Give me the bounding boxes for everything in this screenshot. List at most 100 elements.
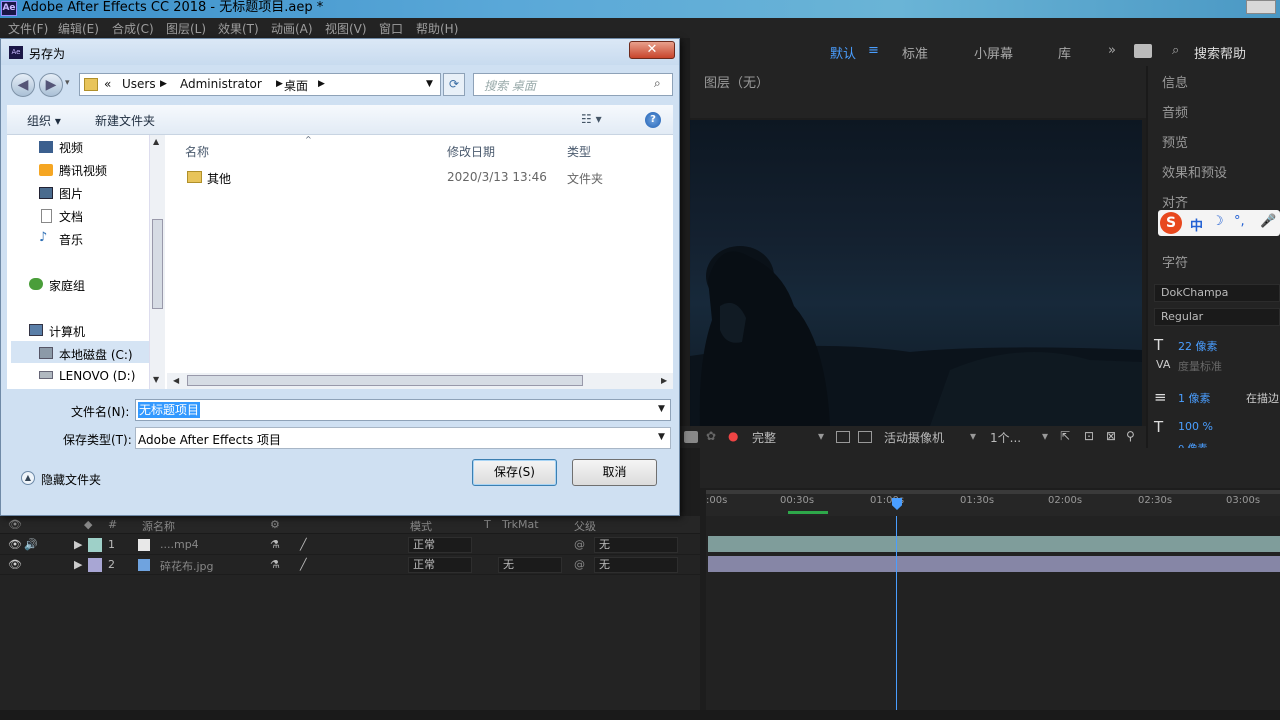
panel-info[interactable]: 信息 bbox=[1162, 72, 1188, 91]
menu-lines-icon[interactable]: ≡ bbox=[868, 43, 879, 58]
reset-exposure-icon[interactable]: ⊡ bbox=[1084, 429, 1094, 443]
label-color[interactable] bbox=[88, 558, 102, 572]
nav-item-homegroup[interactable]: 家庭组 bbox=[49, 277, 85, 294]
address-bar[interactable]: « Users ▶ Administrator ▶ 桌面 ▶ ▼ bbox=[79, 73, 441, 96]
layer-name[interactable]: 碎花布.jpg bbox=[160, 558, 214, 574]
expand-arrow-icon[interactable]: ▶ bbox=[74, 558, 82, 571]
label-color[interactable] bbox=[88, 538, 102, 552]
region-of-interest-icon[interactable] bbox=[836, 431, 850, 443]
show-snapshot-icon[interactable]: ✿ bbox=[706, 429, 716, 443]
menu-layer[interactable]: 图层(L) bbox=[166, 20, 206, 37]
parent-header[interactable]: 父级 bbox=[574, 518, 596, 534]
punctuation-icon[interactable]: °, bbox=[1234, 214, 1245, 229]
workspace-more-button[interactable]: » bbox=[1108, 43, 1116, 58]
scroll-up-icon[interactable]: ▲ bbox=[153, 137, 159, 146]
panel-align[interactable]: 对齐 bbox=[1162, 192, 1188, 211]
layer-mode-select[interactable]: 正常 bbox=[408, 557, 472, 573]
nav-item-tencent-video[interactable]: 腾讯视频 bbox=[59, 162, 107, 179]
work-area-bar[interactable] bbox=[706, 490, 1280, 494]
pickwhip-icon[interactable]: @ bbox=[574, 558, 585, 571]
scroll-thumb[interactable] bbox=[152, 219, 163, 309]
breadcrumb-desktop[interactable]: 桌面 bbox=[284, 77, 308, 94]
breadcrumb-arrow-icon[interactable]: ▶ bbox=[318, 79, 325, 89]
trkmat-header[interactable]: TrkMat bbox=[502, 518, 539, 531]
timeline-tracks[interactable] bbox=[706, 516, 1280, 712]
font-size-value[interactable]: 22 像素 bbox=[1178, 338, 1218, 354]
camera-select[interactable]: 活动摄像机 bbox=[884, 429, 944, 446]
stroke-mode-select[interactable]: 在描边 bbox=[1246, 390, 1279, 406]
channel-icon[interactable]: ● bbox=[728, 429, 738, 443]
stroke-width-value[interactable]: 1 像素 bbox=[1178, 390, 1211, 406]
moon-icon[interactable]: ☽ bbox=[1212, 214, 1224, 229]
column-name-header[interactable]: 名称 bbox=[185, 143, 209, 160]
workspace-tab-library[interactable]: 库 bbox=[1058, 43, 1071, 62]
timeline-ruler[interactable]: :00s 00:30s 01:00s 01:30s 02:00s 02:30s … bbox=[706, 490, 1280, 516]
resolution-select[interactable]: 完整 bbox=[752, 429, 776, 446]
views-select[interactable]: 1个... bbox=[990, 429, 1021, 446]
vertical-scale-value[interactable]: 100 % bbox=[1178, 420, 1213, 433]
menu-animation[interactable]: 动画(A) bbox=[271, 20, 313, 37]
sogou-ime-bar[interactable]: S 中 ☽ °, 🎤 bbox=[1158, 210, 1280, 236]
menu-window[interactable]: 窗口 bbox=[379, 20, 403, 37]
pickwhip-icon[interactable]: @ bbox=[574, 538, 585, 551]
refresh-icon[interactable]: ⟳ bbox=[443, 73, 465, 96]
quality-switch-icon[interactable]: ╱ bbox=[300, 558, 307, 571]
composition-viewer[interactable] bbox=[690, 120, 1142, 426]
toggle-pixel-icon[interactable]: ⇱ bbox=[1060, 429, 1070, 443]
save-button[interactable]: 保存(S) bbox=[472, 459, 557, 486]
sync-settings-icon[interactable] bbox=[1134, 44, 1152, 58]
mode-header[interactable]: 模式 bbox=[410, 518, 432, 534]
views-dropdown-icon[interactable]: ▾ bbox=[1042, 429, 1048, 443]
source-name-header[interactable]: 源名称 bbox=[142, 518, 175, 534]
panel-effects-presets[interactable]: 效果和预设 bbox=[1162, 162, 1227, 181]
nav-item-music[interactable]: 音乐 bbox=[59, 231, 83, 248]
menu-view[interactable]: 视图(V) bbox=[325, 20, 367, 37]
search-help-input[interactable]: 搜索帮助 bbox=[1194, 43, 1246, 62]
address-overflow[interactable]: « bbox=[104, 77, 111, 91]
menu-help[interactable]: 帮助(H) bbox=[416, 20, 458, 37]
layer-mode-select[interactable]: 正常 bbox=[408, 537, 472, 553]
filename-input[interactable]: 无标题项目 ▼ bbox=[135, 399, 671, 421]
nav-item-video[interactable]: 视频 bbox=[59, 139, 83, 156]
microphone-icon[interactable]: 🎤 bbox=[1260, 214, 1276, 229]
eye-icon[interactable]: 👁 bbox=[8, 558, 22, 571]
view-options-icon[interactable]: ☷ ▾ bbox=[581, 112, 602, 126]
tracking-select[interactable]: 度量标准 bbox=[1178, 358, 1222, 374]
breadcrumb-users[interactable]: Users bbox=[122, 77, 156, 91]
scroll-down-icon[interactable]: ▼ bbox=[153, 375, 159, 384]
quality-switch-icon[interactable]: ╱ bbox=[300, 538, 307, 551]
workspace-tab-standard[interactable]: 标准 bbox=[902, 43, 928, 62]
close-button[interactable]: ✕ bbox=[629, 41, 675, 59]
breadcrumb-administrator[interactable]: Administrator bbox=[180, 77, 262, 91]
hide-folders-button[interactable]: 隐藏文件夹 bbox=[41, 471, 101, 488]
fit-icon[interactable]: ⊠ bbox=[1106, 429, 1116, 443]
panel-character[interactable]: 字符 bbox=[1162, 252, 1188, 271]
audio-icon[interactable]: 🔊 bbox=[24, 538, 38, 551]
workspace-tab-small-screen[interactable]: 小屏幕 bbox=[974, 43, 1013, 62]
snapshot-icon[interactable] bbox=[684, 431, 698, 443]
nav-item-pictures[interactable]: 图片 bbox=[59, 185, 83, 202]
forward-button[interactable]: ▶ bbox=[39, 73, 63, 97]
collapse-icon[interactable]: ▲ bbox=[21, 471, 35, 485]
filetype-dropdown-icon[interactable]: ▼ bbox=[658, 432, 665, 442]
ime-mode-toggle[interactable]: 中 bbox=[1190, 215, 1203, 234]
scroll-right-icon[interactable]: ▶ bbox=[661, 376, 667, 385]
new-folder-button[interactable]: 新建文件夹 bbox=[95, 112, 155, 129]
menu-file[interactable]: 文件(F) bbox=[8, 20, 48, 37]
resolution-dropdown-icon[interactable]: ▾ bbox=[818, 429, 824, 443]
transparency-grid-icon[interactable] bbox=[858, 431, 872, 443]
font-family-select[interactable]: DokChampa bbox=[1154, 284, 1280, 302]
layer-2-bar[interactable] bbox=[708, 556, 1280, 572]
expand-arrow-icon[interactable]: ▶ bbox=[74, 538, 82, 551]
parent-select[interactable]: 无 bbox=[594, 557, 678, 573]
recent-dropdown-icon[interactable]: ▾ bbox=[65, 78, 70, 88]
window-controls[interactable] bbox=[1246, 0, 1276, 14]
trkmat-select[interactable]: 无 bbox=[498, 557, 562, 573]
camera-dropdown-icon[interactable]: ▾ bbox=[970, 429, 976, 443]
parent-select[interactable]: 无 bbox=[594, 537, 678, 553]
scroll-left-icon[interactable]: ◀ bbox=[173, 376, 179, 385]
nav-item-documents[interactable]: 文档 bbox=[59, 208, 83, 225]
address-dropdown-icon[interactable]: ▼ bbox=[426, 79, 433, 89]
nav-item-computer[interactable]: 计算机 bbox=[49, 323, 85, 340]
panel-audio[interactable]: 音频 bbox=[1162, 102, 1188, 121]
